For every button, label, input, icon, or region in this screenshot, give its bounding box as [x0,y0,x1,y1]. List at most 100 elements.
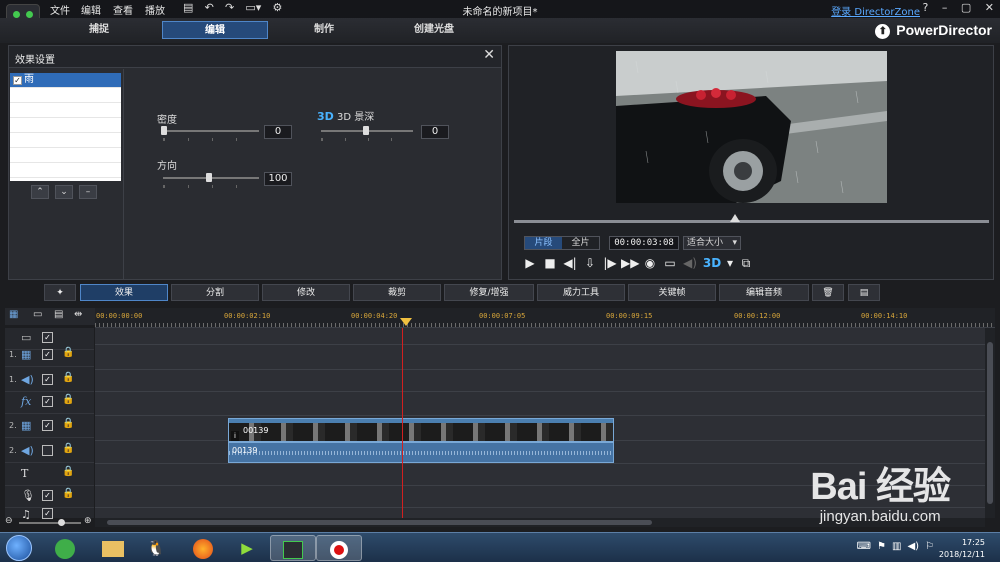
timecode-display[interactable]: 00:00:03:08 [609,236,679,250]
effects-button[interactable]: 效果 [80,284,168,301]
lock-icon[interactable]: 🔒 [62,466,74,477]
split-icon[interactable]: ⇩ [581,255,599,271]
browser-360-icon[interactable] [42,535,88,561]
direction-value[interactable]: 100 [264,172,292,186]
zoom-in-icon[interactable]: ⊕ [84,516,92,526]
tab-clip[interactable]: 片段 [525,237,562,249]
move-down-button[interactable]: ⌄ [55,185,73,199]
video-clip[interactable]: 00139 i [228,418,614,442]
depth-slider-thumb[interactable] [363,126,369,135]
network-icon[interactable]: ▥ [892,541,901,552]
track-checkbox[interactable]: ✓ [42,420,53,431]
play-icon[interactable]: ▶ [521,255,539,271]
keyboard-icon[interactable]: ⌨ [857,541,871,552]
playhead-handle[interactable] [400,318,412,326]
track-checkbox[interactable]: ✓ [42,332,53,343]
modify-button[interactable]: 修改 [262,284,350,301]
track-checkbox[interactable]: ✓ [42,396,53,407]
snapshot-icon[interactable]: ◉ [641,255,659,271]
playhead-line[interactable] [402,328,403,518]
split-button[interactable]: 分割 [171,284,259,301]
effect-checkbox[interactable]: ✓ [13,76,22,85]
density-value[interactable]: 0 [264,125,292,139]
recorder-icon[interactable] [316,535,362,561]
direction-slider-thumb[interactable] [206,173,212,182]
track-checkbox[interactable]: ✓ [42,490,53,501]
track-row[interactable] [95,345,985,370]
preview-scrubber[interactable] [514,214,989,223]
delete-button[interactable]: 🗑 [812,284,844,301]
lock-icon[interactable]: 🔒 [62,488,74,499]
density-slider-thumb[interactable] [161,126,167,135]
tab-capture[interactable]: 捕捉 [46,21,152,39]
info-icon[interactable]: i [231,431,239,441]
tab-movie[interactable]: 全片 [562,237,599,249]
effect-item-rain[interactable]: ✓ 雨 [10,73,121,88]
security-icon[interactable]: ⚑ [877,541,886,552]
track-row[interactable] [95,328,985,345]
scrollbar-thumb[interactable] [987,342,993,504]
help-button[interactable]: ? [923,1,929,14]
maximize-icon[interactable]: ▢ [961,1,971,14]
flag-icon[interactable]: ⚐ [925,541,934,552]
close-icon[interactable]: ✕ [483,47,495,63]
volume-icon[interactable]: ◀) [907,541,919,552]
minimize-icon[interactable]: – [942,1,948,14]
timeline-view-icon[interactable]: ▦ [9,309,18,320]
fit-timeline-icon[interactable]: ⇹ [74,309,82,320]
lock-icon[interactable]: 🔒 [62,394,74,405]
vertical-scrollbar[interactable] [985,328,995,518]
tab-produce[interactable]: 制作 [271,21,377,39]
zoom-out-icon[interactable]: ⊖ [5,516,13,526]
density-slider[interactable] [163,130,259,132]
zoom-slider[interactable] [19,522,81,524]
chevron-down-icon[interactable]: ▾ [725,255,735,271]
depth-value[interactable]: 0 [421,125,449,139]
close-icon[interactable]: ✕ [985,1,994,14]
keyframe-button[interactable]: 关键帧 [628,284,716,301]
stop-icon[interactable]: ■ [541,255,559,271]
power-tools-button[interactable]: 威力工具 [537,284,625,301]
lock-icon[interactable]: 🔒 [62,372,74,383]
track-manager-icon[interactable]: ▤ [54,309,63,320]
tab-edit[interactable]: 编辑 [162,21,268,39]
track-row[interactable] [95,392,985,416]
next-frame-icon[interactable]: |▶ [601,255,619,271]
library-button[interactable]: ▤ [848,284,880,301]
storyboard-icon[interactable]: ▭ [33,309,42,320]
track-checkbox[interactable]: ✓ [42,374,53,385]
move-up-button[interactable]: ⌃ [31,185,49,199]
scrubber-thumb[interactable] [730,214,740,222]
display-icon[interactable]: ▭ [661,255,679,271]
fast-forward-icon[interactable]: ▶▶ [621,255,639,271]
lock-icon[interactable]: 🔒 [62,418,74,429]
track-checkbox[interactable]: ✓ [42,349,53,360]
3d-mode-icon[interactable]: 3D [701,255,723,271]
directorzone-login-link[interactable]: 登录 DirectorZone [831,3,920,18]
undock-icon[interactable]: ⧉ [737,255,755,271]
timeline-ruler[interactable]: 00:00:00:00 00:00:02:10 00:00:04:20 00:0… [95,308,995,328]
clock[interactable]: 17:25 2018/12/11 [939,537,985,561]
prev-frame-icon[interactable]: ◀| [561,255,579,271]
zoom-slider-thumb[interactable] [58,519,65,526]
start-button[interactable] [6,535,32,561]
firefox-icon[interactable] [180,535,226,561]
edit-audio-button[interactable]: 编辑音频 [719,284,809,301]
magic-tools-button[interactable]: ✦ [44,284,76,301]
remove-button[interactable]: – [79,185,97,199]
fix-enhance-button[interactable]: 修复/增强 [444,284,534,301]
tab-create-disc[interactable]: 创建光盘 [381,21,487,39]
qq-icon[interactable]: 🐧 [133,535,179,561]
scrollbar-thumb[interactable] [107,520,652,525]
track-checkbox[interactable] [42,445,53,456]
volume-icon[interactable]: ◀) [681,255,699,271]
lock-icon[interactable]: 🔒 [62,347,74,358]
powerdirector-task-icon[interactable] [270,535,316,561]
track-row[interactable] [95,370,985,392]
media-player-icon[interactable]: ▶ [224,535,270,561]
file-explorer-icon[interactable] [90,535,136,561]
audio-clip[interactable]: 00139 [228,442,614,463]
lock-icon[interactable]: 🔒 [62,443,74,454]
fit-size-select[interactable]: 适合大小 ▾ [683,236,741,250]
trim-button[interactable]: 裁剪 [353,284,441,301]
